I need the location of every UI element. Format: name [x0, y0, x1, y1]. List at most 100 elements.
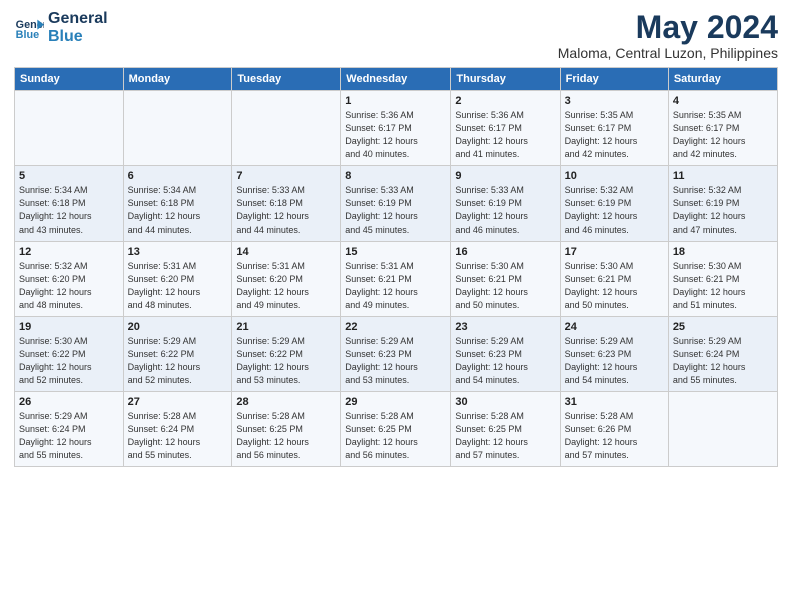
title-block: May 2024 Maloma, Central Luzon, Philippi…	[558, 10, 778, 61]
day-info: Sunrise: 5:34 AM Sunset: 6:18 PM Dayligh…	[19, 184, 119, 236]
calendar-cell: 14 Sunrise: 5:31 AM Sunset: 6:20 PM Dayli…	[232, 241, 341, 316]
logo: General Blue General Blue	[14, 10, 108, 45]
page-container: General Blue General Blue May 2024 Malom…	[0, 0, 792, 477]
day-info: Sunrise: 5:29 AM Sunset: 6:23 PM Dayligh…	[345, 335, 446, 387]
day-info: Sunrise: 5:31 AM Sunset: 6:20 PM Dayligh…	[236, 260, 336, 312]
calendar-cell: 6 Sunrise: 5:34 AM Sunset: 6:18 PM Daylig…	[123, 166, 232, 241]
day-number: 4	[673, 95, 773, 107]
calendar-week-row: 19 Sunrise: 5:30 AM Sunset: 6:22 PM Dayli…	[15, 316, 778, 391]
day-number: 28	[236, 396, 336, 408]
day-number: 29	[345, 396, 446, 408]
day-number: 20	[128, 321, 228, 333]
location-subtitle: Maloma, Central Luzon, Philippines	[558, 45, 778, 61]
day-info: Sunrise: 5:28 AM Sunset: 6:25 PM Dayligh…	[236, 410, 336, 462]
day-number: 14	[236, 246, 336, 258]
day-number: 23	[455, 321, 555, 333]
calendar-cell: 2 Sunrise: 5:36 AM Sunset: 6:17 PM Daylig…	[451, 91, 560, 166]
calendar-cell: 19 Sunrise: 5:30 AM Sunset: 6:22 PM Dayli…	[15, 316, 124, 391]
day-info: Sunrise: 5:33 AM Sunset: 6:18 PM Dayligh…	[236, 184, 336, 236]
day-number: 21	[236, 321, 336, 333]
day-info: Sunrise: 5:30 AM Sunset: 6:21 PM Dayligh…	[673, 260, 773, 312]
day-number: 22	[345, 321, 446, 333]
calendar-cell: 3Sunrise: 5:35 AM Sunset: 6:17 PM Daylig…	[560, 91, 668, 166]
day-number: 12	[19, 246, 119, 258]
calendar-cell: 11 Sunrise: 5:32 AM Sunset: 6:19 PM Dayli…	[668, 166, 777, 241]
col-header-monday: Monday	[123, 68, 232, 91]
calendar-cell: 9 Sunrise: 5:33 AM Sunset: 6:19 PM Daylig…	[451, 166, 560, 241]
svg-text:Blue: Blue	[16, 29, 39, 41]
day-info: Sunrise: 5:33 AM Sunset: 6:19 PM Dayligh…	[455, 184, 555, 236]
day-info: Sunrise: 5:35 AM Sunset: 6:17 PM Dayligh…	[673, 109, 773, 161]
calendar-cell	[123, 91, 232, 166]
day-number: 25	[673, 321, 773, 333]
calendar-cell: 22 Sunrise: 5:29 AM Sunset: 6:23 PM Dayli…	[341, 316, 451, 391]
calendar-cell: 7 Sunrise: 5:33 AM Sunset: 6:18 PM Daylig…	[232, 166, 341, 241]
day-info: Sunrise: 5:29 AM Sunset: 6:23 PM Dayligh…	[565, 335, 664, 387]
day-info: Sunrise: 5:30 AM Sunset: 6:22 PM Dayligh…	[19, 335, 119, 387]
calendar-week-row: 1Sunrise: 5:36 AM Sunset: 6:17 PM Daylig…	[15, 91, 778, 166]
calendar-cell: 12 Sunrise: 5:32 AM Sunset: 6:20 PM Dayli…	[15, 241, 124, 316]
calendar-cell: 15Sunrise: 5:31 AM Sunset: 6:21 PM Dayli…	[341, 241, 451, 316]
day-number: 2	[455, 95, 555, 107]
calendar-cell: 23Sunrise: 5:29 AM Sunset: 6:23 PM Dayli…	[451, 316, 560, 391]
calendar-week-row: 12 Sunrise: 5:32 AM Sunset: 6:20 PM Dayli…	[15, 241, 778, 316]
logo-blue: Blue	[48, 28, 108, 46]
calendar-cell: 24 Sunrise: 5:29 AM Sunset: 6:23 PM Dayli…	[560, 316, 668, 391]
calendar-cell	[232, 91, 341, 166]
calendar-cell: 5Sunrise: 5:34 AM Sunset: 6:18 PM Daylig…	[15, 166, 124, 241]
calendar-cell: 20 Sunrise: 5:29 AM Sunset: 6:22 PM Dayli…	[123, 316, 232, 391]
day-number: 17	[565, 246, 664, 258]
col-header-thursday: Thursday	[451, 68, 560, 91]
day-info: Sunrise: 5:30 AM Sunset: 6:21 PM Dayligh…	[455, 260, 555, 312]
calendar-cell: 25 Sunrise: 5:29 AM Sunset: 6:24 PM Dayli…	[668, 316, 777, 391]
day-info: Sunrise: 5:29 AM Sunset: 6:24 PM Dayligh…	[673, 335, 773, 387]
calendar-table: SundayMondayTuesdayWednesdayThursdayFrid…	[14, 67, 778, 467]
day-number: 10	[565, 170, 664, 182]
day-number: 13	[128, 246, 228, 258]
day-number: 6	[128, 170, 228, 182]
day-number: 24	[565, 321, 664, 333]
day-number: 31	[565, 396, 664, 408]
day-info: Sunrise: 5:34 AM Sunset: 6:18 PM Dayligh…	[128, 184, 228, 236]
day-info: Sunrise: 5:31 AM Sunset: 6:20 PM Dayligh…	[128, 260, 228, 312]
calendar-cell	[15, 91, 124, 166]
calendar-cell: 17 Sunrise: 5:30 AM Sunset: 6:21 PM Dayli…	[560, 241, 668, 316]
calendar-cell: 16 Sunrise: 5:30 AM Sunset: 6:21 PM Dayli…	[451, 241, 560, 316]
day-info: Sunrise: 5:28 AM Sunset: 6:24 PM Dayligh…	[128, 410, 228, 462]
month-title: May 2024	[558, 10, 778, 45]
day-number: 18	[673, 246, 773, 258]
calendar-cell: 30Sunrise: 5:28 AM Sunset: 6:25 PM Dayli…	[451, 391, 560, 466]
calendar-week-row: 5Sunrise: 5:34 AM Sunset: 6:18 PM Daylig…	[15, 166, 778, 241]
calendar-cell: 28 Sunrise: 5:28 AM Sunset: 6:25 PM Dayli…	[232, 391, 341, 466]
calendar-cell: 18 Sunrise: 5:30 AM Sunset: 6:21 PM Dayli…	[668, 241, 777, 316]
calendar-header-row: SundayMondayTuesdayWednesdayThursdayFrid…	[15, 68, 778, 91]
col-header-friday: Friday	[560, 68, 668, 91]
col-header-tuesday: Tuesday	[232, 68, 341, 91]
calendar-week-row: 26Sunrise: 5:29 AM Sunset: 6:24 PM Dayli…	[15, 391, 778, 466]
day-number: 11	[673, 170, 773, 182]
day-number: 19	[19, 321, 119, 333]
day-number: 3	[565, 95, 664, 107]
col-header-wednesday: Wednesday	[341, 68, 451, 91]
day-info: Sunrise: 5:32 AM Sunset: 6:19 PM Dayligh…	[673, 184, 773, 236]
day-info: Sunrise: 5:32 AM Sunset: 6:20 PM Dayligh…	[19, 260, 119, 312]
calendar-cell	[668, 391, 777, 466]
day-number: 8	[345, 170, 446, 182]
calendar-cell: 13 Sunrise: 5:31 AM Sunset: 6:20 PM Dayli…	[123, 241, 232, 316]
day-number: 16	[455, 246, 555, 258]
logo-text-block: General Blue	[48, 10, 108, 45]
calendar-cell: 27Sunrise: 5:28 AM Sunset: 6:24 PM Dayli…	[123, 391, 232, 466]
day-info: Sunrise: 5:29 AM Sunset: 6:24 PM Dayligh…	[19, 410, 119, 462]
day-info: Sunrise: 5:28 AM Sunset: 6:26 PM Dayligh…	[565, 410, 664, 462]
day-info: Sunrise: 5:30 AM Sunset: 6:21 PM Dayligh…	[565, 260, 664, 312]
day-info: Sunrise: 5:36 AM Sunset: 6:17 PM Dayligh…	[345, 109, 446, 161]
calendar-cell: 8Sunrise: 5:33 AM Sunset: 6:19 PM Daylig…	[341, 166, 451, 241]
calendar-cell: 31 Sunrise: 5:28 AM Sunset: 6:26 PM Dayli…	[560, 391, 668, 466]
calendar-cell: 4 Sunrise: 5:35 AM Sunset: 6:17 PM Daylig…	[668, 91, 777, 166]
day-info: Sunrise: 5:29 AM Sunset: 6:22 PM Dayligh…	[128, 335, 228, 387]
col-header-sunday: Sunday	[15, 68, 124, 91]
day-info: Sunrise: 5:36 AM Sunset: 6:17 PM Dayligh…	[455, 109, 555, 161]
day-number: 7	[236, 170, 336, 182]
header: General Blue General Blue May 2024 Malom…	[14, 10, 778, 61]
day-number: 9	[455, 170, 555, 182]
